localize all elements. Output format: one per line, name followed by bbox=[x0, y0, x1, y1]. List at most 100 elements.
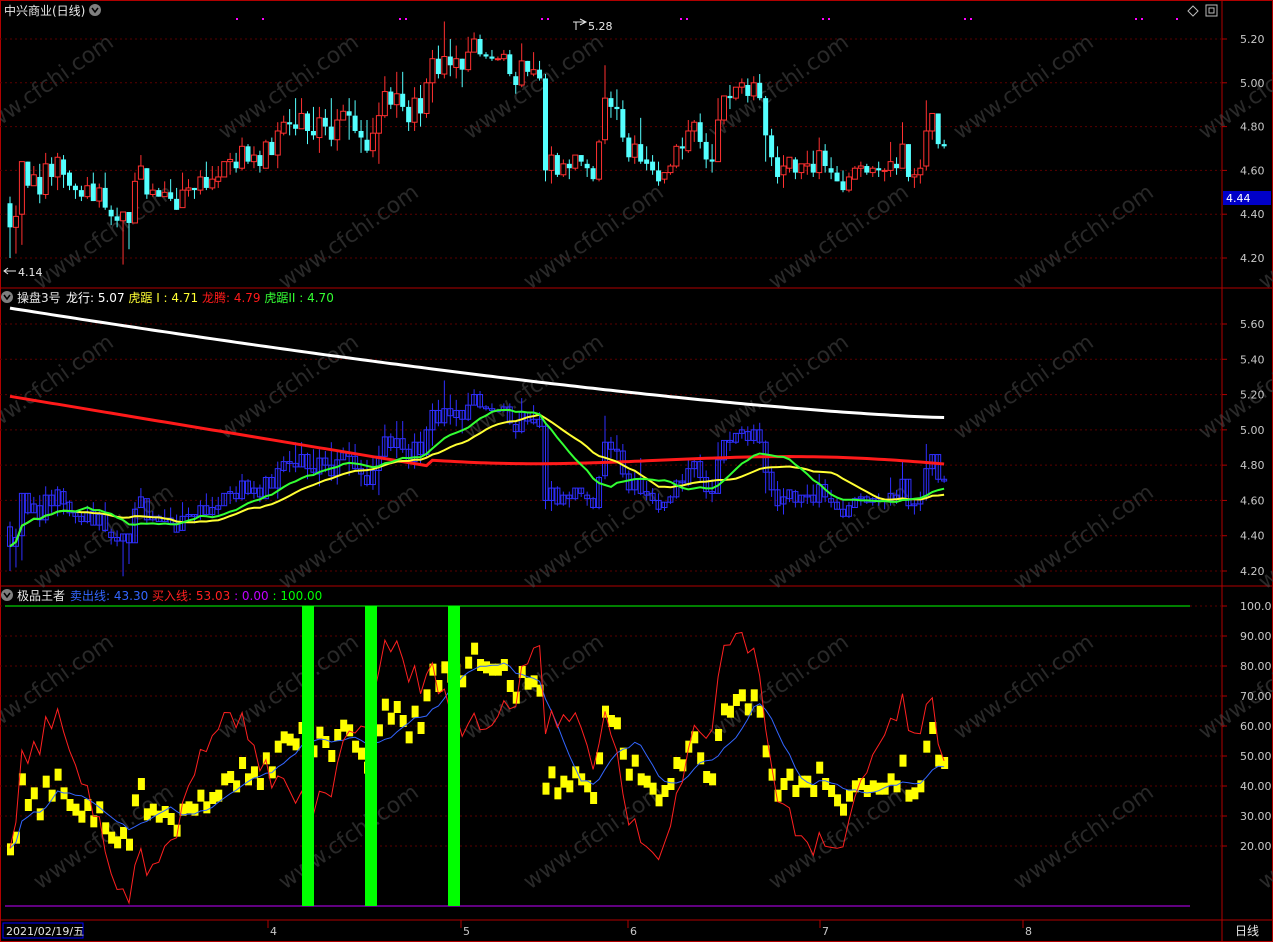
candle-body bbox=[78, 190, 84, 197]
candle-body bbox=[614, 106, 620, 110]
candle-body bbox=[518, 60, 525, 86]
indicator-block bbox=[322, 736, 330, 748]
indicator-block bbox=[649, 782, 657, 795]
candle-body bbox=[30, 174, 37, 187]
watermark-text: www.cfchi.com bbox=[704, 330, 853, 445]
candle-body bbox=[620, 109, 626, 138]
indicator-block bbox=[726, 705, 734, 718]
candle-body bbox=[792, 159, 798, 173]
mid-axis-tick-label: 4.60 bbox=[1240, 494, 1265, 507]
candle-body bbox=[857, 165, 864, 169]
bottom-indicator-name: 极品王者 bbox=[17, 589, 65, 603]
candle-body bbox=[239, 145, 246, 169]
indicator-block bbox=[405, 731, 413, 744]
candle-body bbox=[894, 163, 900, 169]
period-tab[interactable]: 日线 bbox=[1235, 924, 1259, 938]
bottom-settings-icon[interactable] bbox=[1, 589, 13, 601]
candle-body bbox=[168, 192, 174, 199]
top-right-controls[interactable] bbox=[1187, 4, 1218, 17]
candle-body bbox=[804, 163, 811, 167]
top-panel-header: 中兴商业(日线) bbox=[4, 3, 101, 18]
indicator-block bbox=[750, 689, 758, 702]
indicator-block bbox=[631, 754, 639, 767]
candle-body bbox=[233, 161, 239, 169]
indicator-block bbox=[667, 778, 675, 790]
candle-body bbox=[298, 112, 305, 130]
candle-body bbox=[149, 189, 156, 195]
candle-body bbox=[769, 135, 775, 158]
watermark-text: www.cfchi.com bbox=[1009, 780, 1158, 895]
candle-body bbox=[245, 146, 251, 162]
candle-body bbox=[287, 122, 293, 125]
indicator-block bbox=[566, 780, 574, 793]
indicator-block bbox=[167, 813, 175, 825]
indicator-block bbox=[114, 836, 122, 849]
candle-body bbox=[441, 56, 448, 75]
stock-title: 中兴商业(日线) bbox=[4, 3, 85, 18]
candle-body bbox=[500, 53, 507, 60]
candle-body bbox=[822, 150, 828, 167]
candle-body bbox=[584, 163, 590, 169]
top-axis-tick-label: 5.20 bbox=[1240, 33, 1265, 46]
watermark-text: www.cfchi.com bbox=[1009, 480, 1158, 595]
mid-legend: 龙行: 5.07 虎踞 I : 4.71 龙腾: 4.79 虎踞II : 4.7… bbox=[66, 290, 334, 305]
candle-body bbox=[459, 58, 465, 70]
candle-body bbox=[334, 119, 341, 141]
indicator-block bbox=[709, 773, 717, 786]
event-marker bbox=[262, 18, 264, 20]
month-label: 6 bbox=[630, 925, 637, 938]
month-label: 8 bbox=[1025, 925, 1032, 938]
candle-body bbox=[84, 185, 91, 198]
candle-body bbox=[174, 198, 180, 210]
candle-body bbox=[911, 174, 918, 178]
indicator-block bbox=[941, 757, 949, 769]
legend-item: 龙腾: 4.79 bbox=[198, 290, 260, 305]
month-label: 7 bbox=[822, 925, 829, 938]
candle-body bbox=[673, 145, 680, 167]
indicator-block bbox=[387, 712, 395, 725]
indicator-block bbox=[42, 775, 50, 788]
watermark-text: www.cfchi.com bbox=[704, 30, 853, 145]
top-axis-tick-label: 4.80 bbox=[1240, 121, 1265, 134]
candle-body bbox=[352, 115, 358, 131]
candle-body bbox=[465, 51, 472, 71]
candle-body bbox=[156, 190, 162, 197]
month-labels: 4 5 6 7 8 bbox=[267, 920, 1032, 938]
candle-body bbox=[257, 155, 263, 167]
mid-axis-tick-label: 5.20 bbox=[1240, 389, 1265, 402]
diamond-icon[interactable] bbox=[1187, 5, 1199, 17]
candle-body bbox=[494, 58, 501, 61]
watermark-text: www.cfchi.com bbox=[949, 330, 1098, 445]
watermark-text: www.cfchi.com bbox=[519, 180, 668, 295]
mid-settings-icon[interactable] bbox=[1, 291, 13, 303]
indicator-block bbox=[554, 787, 562, 800]
indicator-block bbox=[840, 803, 847, 816]
candle-body bbox=[786, 156, 793, 169]
maximize-icon[interactable] bbox=[1205, 4, 1218, 17]
candle-body bbox=[102, 187, 108, 208]
candle-body bbox=[280, 121, 287, 134]
indicator-block bbox=[256, 778, 264, 790]
mid-axis-tick-label: 5.60 bbox=[1240, 318, 1265, 331]
indicator-block bbox=[810, 785, 818, 797]
watermark-text: www.cfchi.com bbox=[0, 330, 119, 445]
event-marker bbox=[964, 18, 966, 20]
stock-chart: www.cfchi.com www.cfchi.com www.cfchi.com w… bbox=[0, 0, 1273, 942]
top-axis-tick-label: 4.20 bbox=[1240, 252, 1265, 265]
candle-body bbox=[828, 168, 834, 173]
indicator-block bbox=[227, 771, 235, 783]
candle-body bbox=[775, 157, 781, 177]
candle-body bbox=[108, 209, 114, 217]
candle-body bbox=[721, 95, 727, 121]
candle-body bbox=[161, 191, 168, 198]
watermark-text: www.cfchi.com bbox=[519, 480, 668, 595]
candle-body bbox=[447, 56, 453, 66]
candle-body bbox=[703, 141, 709, 160]
low-price-label: 4.14 bbox=[18, 266, 43, 279]
candle-body bbox=[834, 172, 840, 182]
candle-body bbox=[864, 166, 870, 173]
candle-body bbox=[709, 159, 715, 162]
candle-body bbox=[369, 132, 376, 152]
settings-circle-icon[interactable] bbox=[89, 4, 101, 16]
candle-body bbox=[316, 117, 323, 139]
